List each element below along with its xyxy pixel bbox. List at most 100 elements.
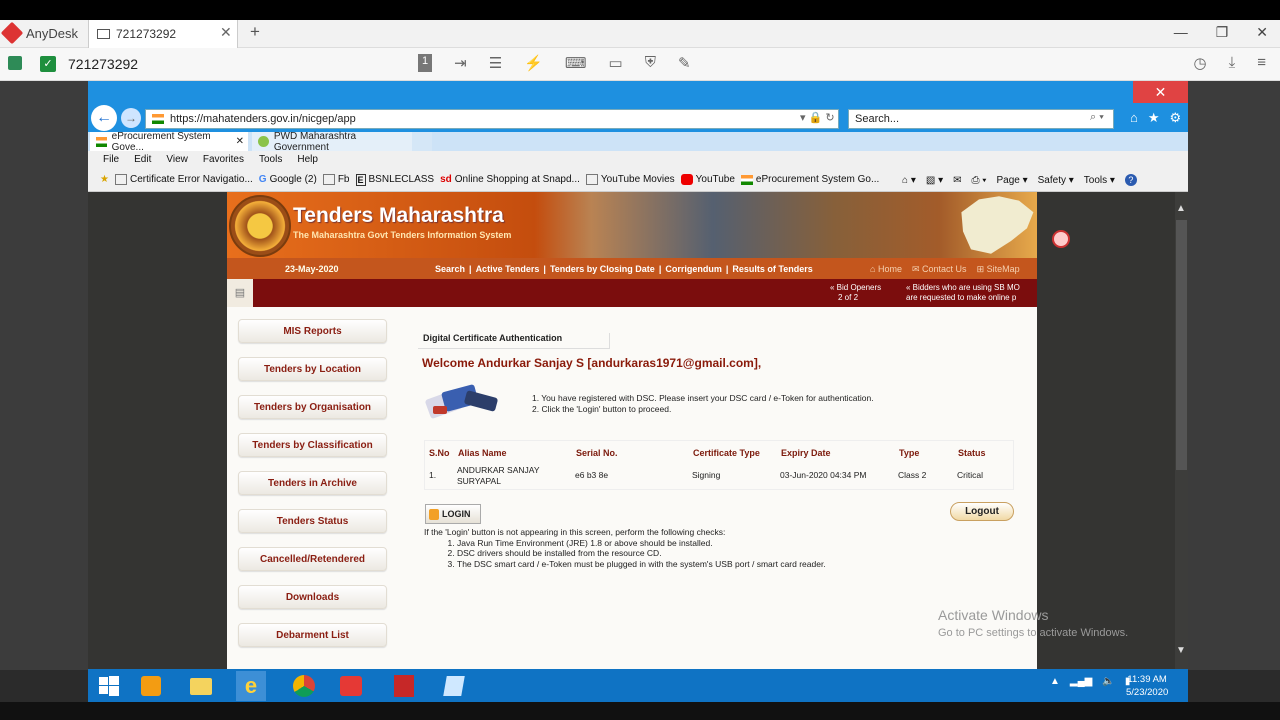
read-mail-icon[interactable]: ✉ bbox=[953, 175, 961, 186]
ie-new-tab[interactable] bbox=[412, 132, 432, 151]
start-windows-icon[interactable] bbox=[94, 671, 124, 701]
sidebar-cancelled-retendered[interactable]: Cancelled/Retendered bbox=[238, 547, 387, 571]
verified-check-icon: ✓ bbox=[40, 56, 56, 72]
sidebar-debarment-list[interactable]: Debarment List bbox=[238, 623, 387, 647]
nav-contact-us[interactable]: ✉ Contact Us bbox=[912, 264, 967, 275]
scroll-up-icon[interactable]: ▲ bbox=[1176, 203, 1186, 214]
tools-menu[interactable]: Tools ▾ bbox=[1084, 175, 1115, 186]
fav-fb[interactable]: Fb bbox=[322, 174, 350, 185]
menu-tools[interactable]: Tools bbox=[259, 154, 282, 165]
sidebar-downloads[interactable]: Downloads bbox=[238, 585, 387, 609]
rss-feed-icon[interactable]: ▧ ▾ bbox=[926, 175, 943, 186]
new-tab-icon[interactable]: + bbox=[250, 22, 260, 42]
page-menu[interactable]: Page ▾ bbox=[996, 175, 1027, 186]
pdf-reader-icon[interactable] bbox=[389, 671, 419, 701]
volume-icon[interactable]: 🔈 bbox=[1102, 676, 1114, 687]
ie-tab-eprocurement[interactable]: eProcurement System Gove... ✕ bbox=[90, 131, 248, 153]
chat-icon[interactable]: ☰ bbox=[489, 54, 502, 72]
notepad-icon[interactable] bbox=[439, 671, 469, 701]
nav-search[interactable]: Search bbox=[435, 264, 465, 274]
anydesk-app-name: AnyDesk bbox=[26, 25, 79, 41]
fav-certificate-error[interactable]: Certificate Error Navigatio... bbox=[114, 174, 253, 185]
chrome-icon[interactable] bbox=[289, 671, 319, 701]
nav-sitemap[interactable]: ⊞ SiteMap bbox=[977, 264, 1020, 275]
nav-corrigendum[interactable]: Corrigendum bbox=[665, 264, 722, 274]
address-bar-url: https://mahatenders.gov.in/nicgep/app bbox=[170, 113, 356, 125]
actions-lightning-icon[interactable]: ⚡ bbox=[524, 54, 543, 72]
nav-active-tenders[interactable]: Active Tenders bbox=[476, 264, 540, 274]
keyboard-icon[interactable]: ⌨ bbox=[565, 54, 587, 72]
media-player-icon[interactable] bbox=[136, 671, 166, 701]
scrollbar-thumb[interactable] bbox=[1176, 220, 1187, 470]
fav-youtube-movies[interactable]: YouTube Movies bbox=[585, 174, 675, 185]
hamburger-menu-icon[interactable]: ≡ bbox=[1257, 54, 1266, 72]
taskbar-clock[interactable]: 11:39 AM 5/23/2020 bbox=[1126, 673, 1168, 699]
close-window-icon[interactable]: ✕ bbox=[1256, 24, 1268, 41]
back-arrow-icon[interactable]: ← bbox=[91, 105, 117, 131]
minimize-icon[interactable]: — bbox=[1174, 24, 1188, 41]
fav-bsnleclass[interactable]: E BSNLECLASS bbox=[355, 173, 434, 186]
file-explorer-icon[interactable] bbox=[186, 671, 216, 701]
sidebar-tenders-status[interactable]: Tenders Status bbox=[238, 509, 387, 533]
lock-icon[interactable]: 🔒 bbox=[809, 112, 823, 124]
refresh-icon[interactable]: ↻ bbox=[825, 112, 834, 124]
search-input[interactable]: Search... bbox=[848, 109, 1114, 129]
ticker-item-bid-openers[interactable]: « Bid Openers 2 of 2 bbox=[830, 283, 881, 303]
ticker-item-bidders[interactable]: « Bidders who are using SB MO are request… bbox=[906, 283, 1036, 303]
safety-menu[interactable]: Safety ▾ bbox=[1038, 175, 1074, 186]
menu-edit[interactable]: Edit bbox=[134, 154, 151, 165]
nav-results-of-tenders[interactable]: Results of Tenders bbox=[732, 264, 812, 274]
nav-home[interactable]: ⌂ Home bbox=[870, 264, 902, 275]
display-icon[interactable]: ▭ bbox=[609, 54, 623, 72]
settings-gear-icon[interactable]: ⚙ bbox=[1170, 110, 1182, 126]
sidebar-tenders-by-classification[interactable]: Tenders by Classification bbox=[238, 433, 387, 457]
history-icon[interactable]: ◷ bbox=[1194, 54, 1207, 72]
fav-youtube[interactable]: YouTube bbox=[680, 174, 735, 185]
nav-tenders-by-closing-date[interactable]: Tenders by Closing Date bbox=[550, 264, 655, 274]
ie-close-icon[interactable]: ✕ bbox=[1133, 81, 1188, 103]
permissions-icon[interactable]: ⛨ bbox=[645, 54, 656, 72]
switch-sides-icon[interactable]: ⇥ bbox=[454, 54, 467, 72]
anydesk-session-tab[interactable]: 721273292 bbox=[88, 20, 238, 48]
close-tab-icon[interactable]: ✕ bbox=[220, 24, 232, 41]
menu-file[interactable]: File bbox=[103, 154, 119, 165]
display-1-icon[interactable]: 1 bbox=[418, 54, 433, 72]
menu-help[interactable]: Help bbox=[297, 154, 318, 165]
close-tab-icon[interactable]: ✕ bbox=[236, 136, 244, 147]
search-icon[interactable]: ⌕ ▾ bbox=[1090, 111, 1104, 124]
internet-explorer-icon[interactable]: e bbox=[236, 671, 266, 701]
address-bar[interactable]: https://mahatenders.gov.in/nicgep/app bbox=[145, 109, 839, 129]
whiteboard-pen-icon[interactable]: ✎ bbox=[678, 54, 691, 72]
menu-view[interactable]: View bbox=[166, 154, 188, 165]
network-icon[interactable]: ▂▄▆ bbox=[1070, 676, 1092, 687]
add-favorite-star-icon[interactable]: ★ bbox=[100, 174, 109, 185]
fav-eprocurement[interactable]: eProcurement System Go... bbox=[740, 174, 879, 185]
anydesk-address-field[interactable]: ✓ 721273292 bbox=[40, 52, 400, 76]
scroll-down-icon[interactable]: ▼ bbox=[1176, 645, 1186, 656]
dropdown-icon[interactable]: ▾ bbox=[800, 112, 806, 124]
download-icon[interactable]: ⤓ bbox=[1229, 54, 1236, 72]
anydesk-logo[interactable]: AnyDesk bbox=[0, 21, 79, 45]
sidebar-tenders-by-location[interactable]: Tenders by Location bbox=[238, 357, 387, 381]
fav-google[interactable]: G Google (2) bbox=[259, 174, 317, 185]
site-nav-right: ⌂ Home ✉ Contact Us ⊞ SiteMap bbox=[870, 264, 1020, 275]
ticker-document-icon[interactable]: ▤ bbox=[227, 279, 253, 307]
anydesk-taskbar-icon[interactable] bbox=[336, 671, 366, 701]
home-icon[interactable]: ⌂ bbox=[1130, 110, 1138, 126]
show-hidden-icons-icon[interactable]: ▲ bbox=[1050, 676, 1060, 687]
favorites-star-icon[interactable]: ★ bbox=[1148, 110, 1160, 126]
login-button[interactable]: LOGIN bbox=[425, 504, 481, 524]
logout-button[interactable]: Logout bbox=[950, 502, 1014, 521]
help-icon[interactable]: ? bbox=[1124, 174, 1137, 186]
sidebar-tenders-in-archive[interactable]: Tenders in Archive bbox=[238, 471, 387, 495]
print-icon[interactable]: ⎙ ▾ bbox=[971, 175, 986, 186]
restore-icon[interactable]: ❐ bbox=[1216, 24, 1229, 41]
menu-favorites[interactable]: Favorites bbox=[203, 154, 244, 165]
sidebar-mis-reports[interactable]: MIS Reports bbox=[238, 319, 387, 343]
ie-tab-pwd[interactable]: PWD Maharashtra Government bbox=[252, 131, 412, 153]
home-icon[interactable]: ⌂ ▾ bbox=[902, 175, 916, 186]
sitemap-icon: ⊞ bbox=[976, 264, 985, 274]
sidebar-tenders-by-organisation[interactable]: Tenders by Organisation bbox=[238, 395, 387, 419]
fav-snapdeal[interactable]: sd Online Shopping at Snapd... bbox=[440, 174, 580, 185]
forward-arrow-icon[interactable]: → bbox=[121, 108, 141, 128]
